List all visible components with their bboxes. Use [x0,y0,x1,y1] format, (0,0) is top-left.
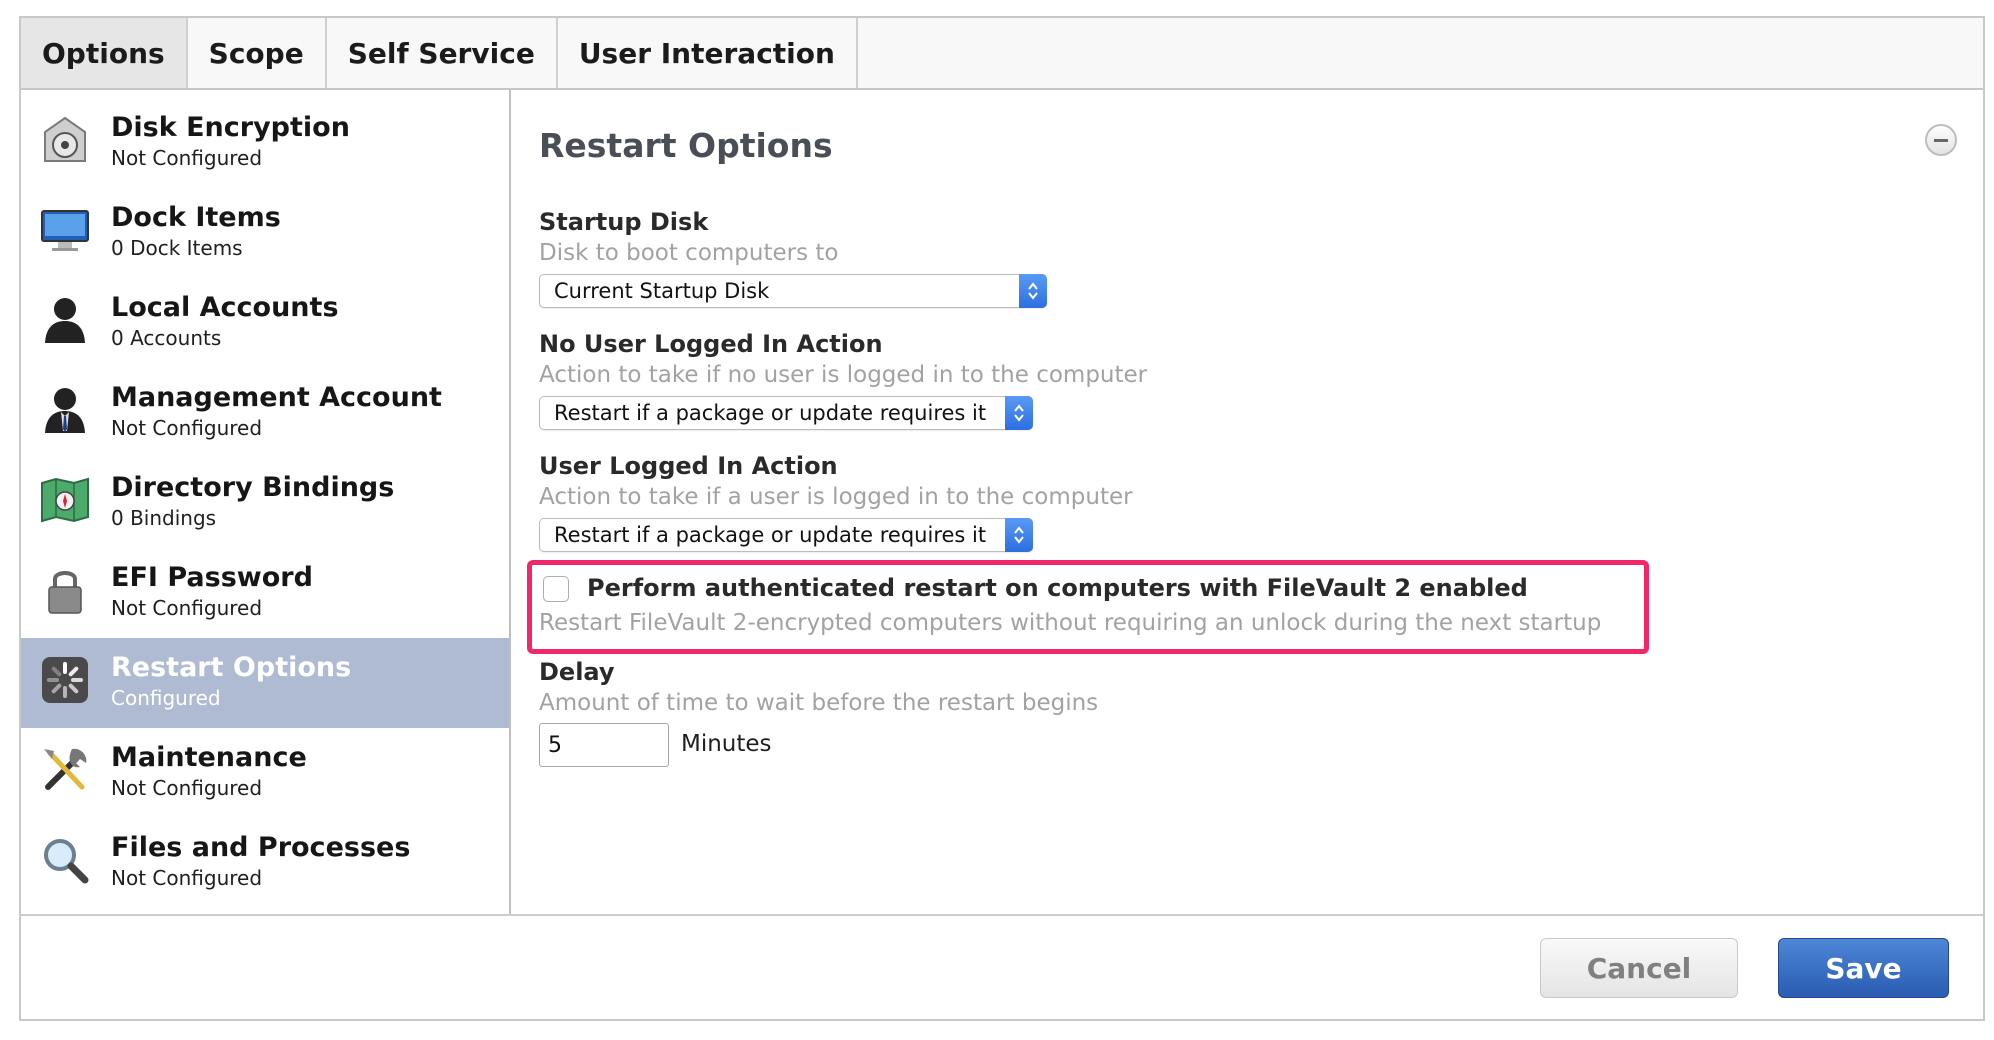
no-user-action-help: Action to take if no user is logged in t… [539,362,1148,388]
sidebar-item-title: Directory Bindings [111,472,395,503]
restart-spinner-icon [39,654,91,706]
sidebar-item-title: Dock Items [111,202,281,233]
sidebar-item-files-and-processes[interactable]: Files and Processes Not Configured [21,818,509,908]
sidebar-item-status: Not Configured [111,146,263,170]
sidebar-item-status: Not Configured [111,866,263,890]
select-arrows-icon [1019,274,1047,308]
disk-encryption-icon [39,114,91,166]
lock-icon [39,564,91,616]
filevault-label[interactable]: Perform authenticated restart on compute… [587,574,1528,602]
sidebar-item-status: Not Configured [111,776,263,800]
sidebar-item-status: 0 Bindings [111,506,217,530]
sidebar-item-maintenance[interactable]: Maintenance Not Configured [21,728,509,818]
sidebar-item-dock-items[interactable]: Dock Items 0 Dock Items [21,188,509,278]
directory-map-icon [39,474,91,526]
user-silhouette-icon [39,294,91,346]
sidebar-item-status: Configured [111,686,221,710]
sidebar-item-status: Not Configured [111,596,263,620]
delay-help: Amount of time to wait before the restar… [539,690,1099,716]
sidebar-item-directory-bindings[interactable]: Directory Bindings 0 Bindings [21,458,509,548]
tab-self-service[interactable]: Self Service [327,18,558,88]
page-title: Restart Options [539,126,833,165]
sidebar-item-local-accounts[interactable]: Local Accounts 0 Accounts [21,278,509,368]
delay-minutes-input[interactable] [539,723,669,767]
startup-disk-value: Current Startup Disk [554,279,770,303]
sidebar-item-management-account[interactable]: Management Account Not Configured [21,368,509,458]
tab-options[interactable]: Options [21,18,188,88]
sidebar-item-title: Restart Options [111,652,352,683]
sidebar-item-status: 0 Accounts [111,326,222,350]
sidebar-item-title: Management Account [111,382,442,413]
user-action-select[interactable]: Restart if a package or update requires … [539,518,1033,552]
restart-options-panel: Restart Options Startup Disk Disk to boo… [513,90,1983,916]
magnifier-icon [39,834,91,886]
sidebar-item-restart-options[interactable]: Restart Options Configured [21,638,509,728]
startup-disk-select[interactable]: Current Startup Disk [539,274,1047,308]
sidebar-item-efi-password[interactable]: EFI Password Not Configured [21,548,509,638]
sidebar-item-status: 0 Dock Items [111,236,243,260]
sidebar-item-status: Not Configured [111,416,263,440]
delay-unit-label: Minutes [681,731,772,757]
sidebar-item-title: Local Accounts [111,292,339,323]
sidebar-item-title: Files and Processes [111,832,411,863]
startup-disk-help: Disk to boot computers to [539,240,839,266]
tab-bar: Options Scope Self Service User Interact… [21,18,1983,90]
tab-scope[interactable]: Scope [188,18,327,88]
startup-disk-label: Startup Disk [539,208,709,236]
sidebar: Disk Encryption Not Configured Dock Item… [21,90,511,916]
sidebar-item-title: EFI Password [111,562,313,593]
monitor-icon [39,204,91,256]
cancel-button[interactable]: Cancel [1540,938,1738,998]
admin-user-icon [39,384,91,436]
no-user-action-select[interactable]: Restart if a package or update requires … [539,396,1033,430]
sidebar-item-disk-encryption[interactable]: Disk Encryption Not Configured [21,98,509,188]
policy-options-window: Options Scope Self Service User Interact… [19,16,1985,1021]
minus-icon [1934,138,1948,142]
sidebar-item-title: Maintenance [111,742,307,773]
delay-label: Delay [539,658,615,686]
filevault-help: Restart FileVault 2-encrypted computers … [539,610,1602,636]
no-user-action-value: Restart if a package or update requires … [554,401,987,425]
select-arrows-icon [1005,396,1033,430]
save-button[interactable]: Save [1778,938,1949,998]
user-action-value: Restart if a package or update requires … [554,523,987,547]
sidebar-item-title: Disk Encryption [111,112,350,143]
user-action-help: Action to take if a user is logged in to… [539,484,1133,510]
select-arrows-icon [1005,518,1033,552]
no-user-action-label: No User Logged In Action [539,330,883,358]
tools-icon [39,744,91,796]
collapse-button[interactable] [1925,124,1957,156]
tab-user-interaction[interactable]: User Interaction [558,18,858,88]
user-action-label: User Logged In Action [539,452,838,480]
footer-bar: Cancel Save [21,914,1983,1019]
filevault-checkbox[interactable] [543,576,569,602]
